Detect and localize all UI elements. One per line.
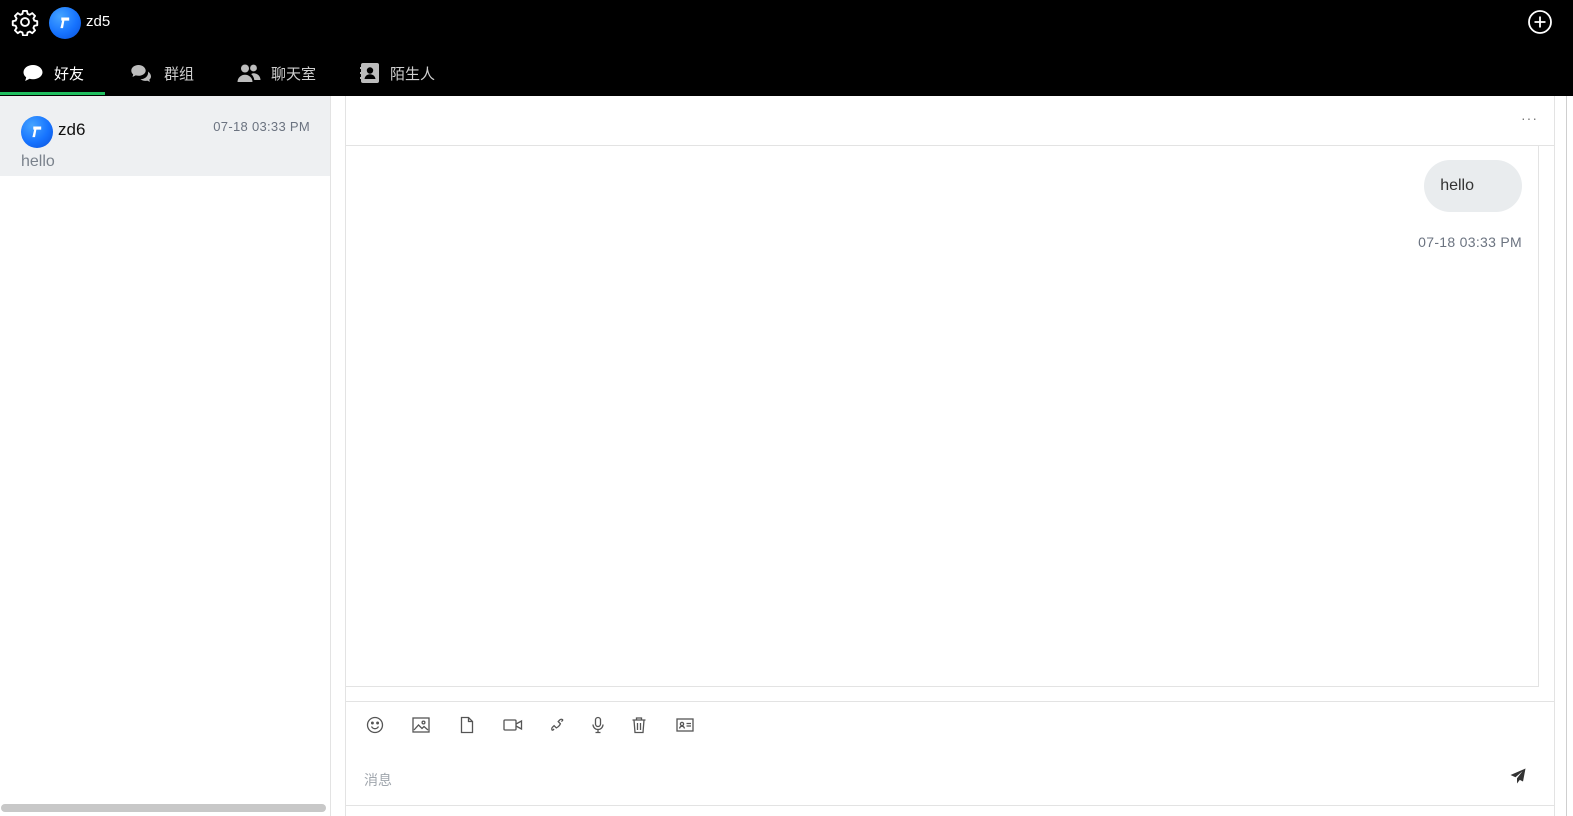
active-tab-indicator	[0, 92, 105, 95]
chat-panel: ··· hello 07-18 03:33 PM	[345, 96, 1555, 816]
contact-avatar	[21, 116, 53, 148]
tab-label: 陌生人	[390, 65, 436, 83]
tab-label: 好友	[54, 65, 85, 83]
image-icon[interactable]	[412, 716, 430, 734]
tab-strangers[interactable]: 陌生人	[360, 50, 435, 96]
tab-chatrooms[interactable]: 聊天室	[237, 50, 316, 96]
message-input[interactable]	[362, 764, 1486, 796]
microphone-icon[interactable]	[589, 716, 607, 734]
horizontal-scrollbar[interactable]	[1, 804, 326, 812]
window-edge	[1566, 96, 1567, 816]
tab-label: 群组	[164, 65, 195, 83]
conversation-list: zd6 07-18 03:33 PM hello	[0, 96, 331, 816]
app-logo-icon	[32, 126, 42, 138]
phone-icon[interactable]	[549, 716, 567, 734]
message-text: hello	[1440, 177, 1474, 194]
users-icon	[237, 64, 261, 82]
message-list: hello 07-18 03:33 PM	[346, 146, 1539, 687]
plus-circle-icon[interactable]	[1527, 9, 1553, 35]
top-bar: zd5 好友 群组 聊天室 陌生人	[0, 0, 1573, 96]
message-composer	[346, 701, 1554, 806]
tab-label: 聊天室	[271, 65, 317, 83]
user-avatar[interactable]	[49, 7, 81, 39]
contact-card-icon	[360, 63, 379, 83]
message-time: 07-18 03:33 PM	[1418, 234, 1522, 250]
username: zd5	[86, 13, 111, 30]
conversation-item[interactable]: zd6 07-18 03:33 PM hello	[0, 96, 330, 176]
conversation-time: 07-18 03:33 PM	[213, 119, 310, 134]
contact-card-icon[interactable]	[676, 716, 694, 734]
gear-icon[interactable]	[11, 8, 39, 36]
tab-groups[interactable]: 群组	[130, 50, 194, 96]
emoji-icon[interactable]	[366, 716, 384, 734]
last-message-preview: hello	[21, 153, 55, 170]
app-logo-icon	[60, 17, 70, 29]
chat-header: ···	[346, 96, 1554, 146]
tab-friends[interactable]: 好友	[22, 50, 84, 96]
file-icon[interactable]	[458, 716, 476, 734]
chat-bubbles-icon	[131, 65, 151, 82]
message-bubble[interactable]: hello	[1424, 160, 1522, 212]
video-call-icon[interactable]	[503, 716, 523, 734]
trash-icon[interactable]	[630, 716, 648, 734]
more-options-button[interactable]: ···	[1521, 110, 1538, 126]
chat-bubble-icon	[23, 65, 43, 81]
contact-name: zd6	[58, 120, 86, 139]
send-icon[interactable]	[1510, 768, 1526, 784]
